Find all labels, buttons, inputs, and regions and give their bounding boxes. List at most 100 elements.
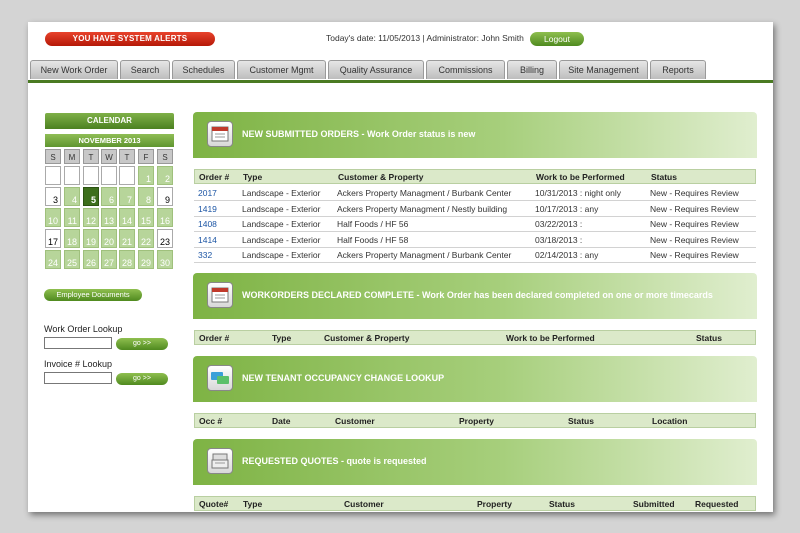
table-cell: New - Requires Review <box>650 234 739 245</box>
calendar-day[interactable]: 18 <box>64 229 80 248</box>
order-number-link[interactable]: 1408 <box>198 219 217 229</box>
tenant-occupancy-header: Occ # Date Customer Property Status Loca… <box>194 413 756 428</box>
order-number-link[interactable]: 1414 <box>198 235 217 245</box>
table-cell: 10/17/2013 : any <box>535 203 599 214</box>
logout-button[interactable]: Logout <box>530 32 584 46</box>
table-cell: Half Foods / HF 56 <box>337 219 409 229</box>
calendar-day[interactable]: 4 <box>64 187 80 206</box>
col-status: Status <box>651 172 677 182</box>
calendar-day-of-week: F <box>138 149 154 164</box>
col-property: Property <box>459 416 494 426</box>
declared-complete-header: Order # Type Customer & Property Work to… <box>194 330 756 345</box>
col-type: Type <box>243 499 263 509</box>
calendar-day[interactable]: 8 <box>138 187 154 206</box>
calendar-day[interactable]: 29 <box>138 250 154 269</box>
chat-bubbles-icon <box>207 365 233 391</box>
invoice-go-button[interactable]: go >> <box>116 373 168 385</box>
calendar-day[interactable]: 12 <box>83 208 99 227</box>
table-cell: Landscape - Exterior <box>242 234 321 245</box>
col-order: Order # <box>199 333 230 343</box>
requested-quotes-banner: REQUESTED QUOTES - quote is requested <box>193 439 757 485</box>
calendar-day[interactable]: 14 <box>119 208 135 227</box>
order-number-link[interactable]: 332 <box>198 250 212 260</box>
calendar-day[interactable]: 21 <box>119 229 135 248</box>
table-row[interactable]: 1414 Landscape - Exterior Half Foods / HF … <box>194 232 756 248</box>
calendar-day[interactable]: 9 <box>157 187 173 206</box>
calendar-day[interactable]: 19 <box>83 229 99 248</box>
calendar-day[interactable]: 2 <box>157 166 173 185</box>
date-admin-info: Today's date: 11/05/2013 | Administrator… <box>326 33 524 43</box>
calendar-month: NOVEMBER 2013 <box>45 134 174 147</box>
table-cell: Ackers Property Managment / Burbank Cent… <box>337 188 512 198</box>
new-submitted-orders-banner: NEW SUBMITTED ORDERS - Work Order status… <box>193 112 757 158</box>
calendar-empty-cell <box>119 166 135 185</box>
calendar-day[interactable]: 1 <box>138 166 154 185</box>
table-cell: New - Requires Review <box>650 250 739 260</box>
col-status: Status <box>568 416 594 426</box>
calendar-day[interactable]: 6 <box>101 187 117 206</box>
tab-commissions[interactable]: Commissions <box>426 60 505 79</box>
calendar-day[interactable]: 11 <box>64 208 80 227</box>
calendar-day[interactable]: 26 <box>83 250 99 269</box>
section-subtitle: - Work Order status is new <box>359 129 476 139</box>
col-property: Property <box>477 499 512 509</box>
tab-site-management[interactable]: Site Management <box>559 60 648 79</box>
calendar-day[interactable]: 16 <box>157 208 173 227</box>
table-cell: Landscape - Exterior <box>242 188 321 198</box>
table-cell: Half Foods / HF 58 <box>337 234 409 245</box>
order-number-link[interactable]: 2017 <box>198 188 217 198</box>
work-order-lookup-input[interactable] <box>44 337 112 349</box>
table-row[interactable]: 1419 Landscape - Exterior Ackers Property … <box>194 201 756 217</box>
calendar-day[interactable]: 25 <box>64 250 80 269</box>
col-status: Status <box>549 499 575 509</box>
calendar-day[interactable]: 10 <box>45 208 61 227</box>
col-occ: Occ # <box>199 416 223 426</box>
table-row[interactable]: 1408 Landscape - Exterior Half Foods / HF … <box>194 216 756 232</box>
calendar-day[interactable]: 30 <box>157 250 173 269</box>
table-cell: Landscape - Exterior <box>242 219 321 229</box>
col-customer-property: Customer & Property <box>338 172 424 182</box>
work-order-lookup-label: Work Order Lookup <box>44 324 123 334</box>
table-row[interactable]: 332 Landscape - Exterior Ackers Property M… <box>194 247 756 263</box>
calendar-day[interactable]: 27 <box>101 250 117 269</box>
main-nav: New Work Order Search Schedules Customer… <box>28 60 773 83</box>
col-work: Work to be Performed <box>536 172 625 182</box>
calendar-day-of-week: W <box>101 149 117 164</box>
table-cell: 02/14/2013 : any <box>535 250 599 260</box>
calendar-day[interactable]: 3 <box>45 187 61 206</box>
table-cell: New - Requires Review <box>650 219 739 229</box>
tab-billing[interactable]: Billing <box>507 60 557 79</box>
employee-documents-button[interactable]: Employee Documents <box>44 289 142 301</box>
tab-quality-assurance[interactable]: Quality Assurance <box>328 60 424 79</box>
calendar-day[interactable]: 20 <box>101 229 117 248</box>
calendar-title: CALENDAR <box>45 113 174 129</box>
tab-reports[interactable]: Reports <box>650 60 706 79</box>
calendar-day[interactable]: 15 <box>138 208 154 227</box>
tab-customer-mgmt[interactable]: Customer Mgmt <box>237 60 326 79</box>
table-cell: New - Requires Review <box>650 188 739 198</box>
col-status: Status <box>696 333 722 343</box>
section-title: NEW SUBMITTED ORDERS <box>242 129 359 139</box>
calendar-day-of-week: M <box>64 149 80 164</box>
calendar-day[interactable]: 5 <box>83 187 99 206</box>
col-type: Type <box>243 172 263 182</box>
calendar-icon <box>207 282 233 308</box>
table-row[interactable]: 2017 Landscape - Exterior Ackers Property … <box>194 185 756 201</box>
calendar-day[interactable]: 17 <box>45 229 61 248</box>
tab-schedules[interactable]: Schedules <box>172 60 235 79</box>
work-order-go-button[interactable]: go >> <box>116 338 168 350</box>
calendar-day[interactable]: 24 <box>45 250 61 269</box>
invoice-lookup-input[interactable] <box>44 372 112 384</box>
calendar-empty-cell <box>64 166 80 185</box>
calendar-day[interactable]: 28 <box>119 250 135 269</box>
order-number-link[interactable]: 1419 <box>198 204 217 214</box>
calendar-day[interactable]: 13 <box>101 208 117 227</box>
tab-search[interactable]: Search <box>120 60 170 79</box>
calendar-day[interactable]: 7 <box>119 187 135 206</box>
calendar-empty-cell <box>45 166 61 185</box>
col-location: Location <box>652 416 688 426</box>
calendar-day[interactable]: 22 <box>138 229 154 248</box>
tab-new-work-order[interactable]: New Work Order <box>30 60 118 79</box>
system-alerts-button[interactable]: YOU HAVE SYSTEM ALERTS <box>45 32 215 46</box>
calendar-day[interactable]: 23 <box>157 229 173 248</box>
